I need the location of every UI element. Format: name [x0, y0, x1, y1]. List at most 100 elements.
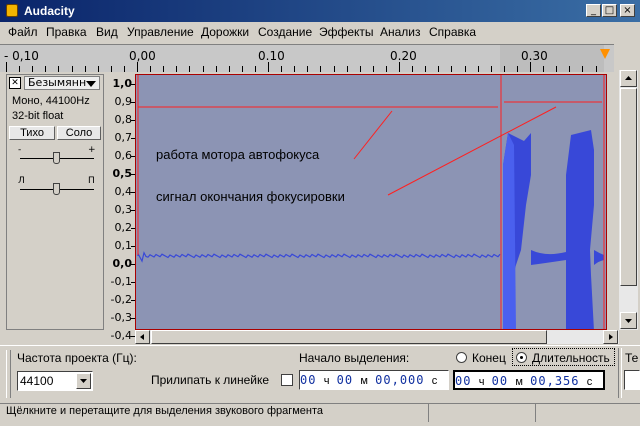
amplitude-label: 0,1	[114, 239, 133, 252]
audacity-app-icon	[6, 4, 18, 17]
start-minutes: 00	[336, 373, 354, 387]
snap-to-checkbox[interactable]	[281, 374, 293, 386]
close-button[interactable]: ×	[620, 4, 635, 17]
dropdown-arrow-icon	[80, 379, 87, 383]
maximize-icon: □	[604, 5, 615, 16]
mute-button[interactable]: Тихо	[9, 126, 55, 140]
annotation-text-motor: работа мотора автофокуса	[156, 147, 320, 162]
length-radio[interactable]	[516, 352, 527, 363]
horizontal-scroll-thumb[interactable]	[151, 330, 547, 344]
start-hours-unit: ч	[323, 375, 330, 387]
length-minutes-unit: м	[515, 376, 523, 388]
menu-file[interactable]: Файл	[8, 25, 38, 39]
toolbar-separator	[618, 348, 622, 398]
ruler-tick	[137, 62, 138, 72]
selection-start-time[interactable]: 00 ч 00 м 00,000 с	[299, 370, 449, 390]
amplitude-ruler: 1,0 0,9 0,8 0,7 0,6 0,5 0,4 0,3 0,2 0,1 0,0 -0,1 -0,…	[105, 74, 136, 342]
ruler-label: 0.30	[521, 49, 548, 63]
vertical-scroll-thumb[interactable]	[620, 88, 637, 286]
noise-baseline	[137, 251, 501, 263]
waveform-area[interactable]: работа мотора автофокуса сигнал окончани…	[135, 74, 607, 330]
start-minutes-unit: м	[360, 375, 368, 387]
start-seconds: 00,000	[375, 373, 425, 387]
waveform-decay	[531, 250, 566, 265]
waveform-burst-core	[503, 133, 516, 329]
audio-position-time[interactable]	[624, 370, 640, 390]
gain-slider-thumb[interactable]	[53, 152, 60, 164]
gain-minus-label: -	[18, 145, 22, 155]
arrow-left-icon	[140, 334, 144, 340]
ruler-tick	[399, 62, 400, 72]
ruler-label: 0,00	[129, 49, 156, 63]
arrow-down-icon	[625, 319, 632, 323]
menu-tracks[interactable]: Дорожки	[201, 25, 249, 39]
amplitude-label: 0,2	[114, 221, 133, 234]
ruler-tick	[6, 62, 7, 72]
pan-slider-thumb[interactable]	[53, 183, 60, 195]
length-seconds: 00,356	[530, 374, 580, 388]
annotation-pointer	[353, 110, 393, 160]
horizontal-scrollbar[interactable]	[135, 330, 619, 344]
amplitude-label: 1,0	[112, 77, 133, 90]
project-rate-dropdown-button[interactable]	[76, 373, 91, 389]
amplitude-label: 0,3	[114, 203, 133, 216]
waveform-decay	[594, 250, 604, 265]
menu-help[interactable]: Справка	[429, 25, 476, 39]
solo-button[interactable]: Соло	[57, 126, 101, 140]
ruler-selection-region	[500, 45, 604, 72]
menu-generate[interactable]: Создание	[258, 25, 312, 39]
amplitude-label: 0,4	[114, 185, 133, 198]
amplitude-label: 0,5	[112, 167, 133, 180]
scroll-up-button[interactable]	[620, 70, 637, 87]
minimize-button[interactable]: _	[586, 4, 601, 17]
maximize-button[interactable]: □	[602, 4, 617, 17]
project-rate-value: 44100	[20, 374, 54, 388]
menu-bar: Файл Правка Вид Управление Дорожки Созда…	[0, 22, 640, 42]
scroll-right-button[interactable]	[603, 330, 618, 344]
start-hours: 00	[300, 373, 317, 387]
menu-edit[interactable]: Правка	[46, 25, 87, 39]
scroll-left-button[interactable]	[135, 330, 150, 344]
selection-end-marker-icon[interactable]	[600, 49, 610, 59]
project-rate-label: Частота проекта (Гц):	[17, 351, 137, 365]
close-track-icon: ✕	[11, 78, 19, 88]
close-icon: ×	[623, 5, 632, 16]
amplitude-label: -0,2	[110, 293, 132, 306]
amplitude-label: 0,8	[114, 113, 133, 126]
length-hours: 00	[455, 374, 472, 388]
ruler-label: - 0,10	[4, 49, 39, 63]
minimize-icon: _	[591, 5, 596, 16]
menu-analyze[interactable]: Анализ	[380, 25, 421, 39]
scroll-down-button[interactable]	[620, 312, 637, 329]
selection-length-time[interactable]: 00 ч 00 м 00,356 с	[453, 370, 605, 390]
timeline-ruler[interactable]: - 0,10 0,00 0.10 0.20 0.30	[0, 44, 614, 73]
length-seconds-unit: с	[586, 376, 593, 388]
audio-position-label: Те	[625, 351, 639, 365]
end-label: Конец	[472, 351, 506, 365]
end-radio[interactable]	[456, 352, 467, 363]
track-format-info: Моно, 44100Hz	[12, 95, 90, 107]
amplitude-label: 0,0	[112, 257, 133, 270]
arrow-up-icon	[625, 76, 632, 80]
toolbar-grip[interactable]	[6, 350, 11, 398]
gain-plus-label: +	[88, 145, 96, 155]
status-separator	[428, 404, 429, 422]
menu-effects[interactable]: Эффекты	[319, 25, 374, 39]
title-bar: Audacity _ □ ×	[0, 0, 640, 22]
status-separator	[535, 404, 536, 422]
amplitude-label: -0,1	[110, 275, 132, 288]
selection-start-label: Начало выделения:	[299, 351, 410, 365]
menu-view[interactable]: Вид	[96, 25, 118, 39]
track-menu-arrow-icon[interactable]	[86, 81, 96, 87]
snap-to-label: Прилипать к линейке	[151, 373, 270, 387]
vertical-scrollbar[interactable]	[619, 70, 638, 330]
amplitude-label: -0,3	[110, 311, 132, 324]
pan-left-label: Л	[18, 176, 25, 186]
annotation-text-end-signal: сигнал окончания фокусировки	[156, 189, 345, 204]
ruler-label: 0.10	[258, 49, 285, 63]
menu-transport[interactable]: Управление	[127, 25, 194, 39]
length-hours-unit: ч	[478, 376, 485, 388]
track-close-button[interactable]: ✕	[9, 77, 21, 89]
ruler-tick	[530, 62, 531, 72]
length-minutes: 00	[491, 374, 509, 388]
